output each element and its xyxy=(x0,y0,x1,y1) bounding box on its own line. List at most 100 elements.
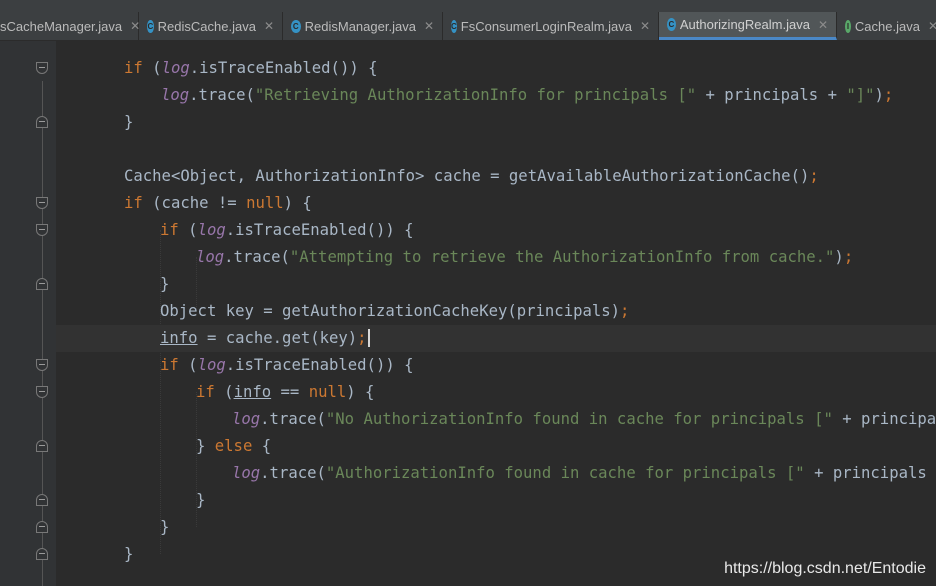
code-line: log.trace("AuthorizationInfo found in ca… xyxy=(56,460,936,487)
tab-label: sCacheManager.java xyxy=(0,18,123,34)
string-literal: "AuthorizationInfo found in cache for pr… xyxy=(325,464,805,482)
class-icon: C xyxy=(451,19,457,33)
tab-rediscache[interactable]: C RedisCache.java ✕ xyxy=(139,12,283,40)
code-line: } xyxy=(56,514,936,541)
fold-close-icon[interactable] xyxy=(36,494,48,506)
code-text: Object key = getAuthorizationCacheKey(pr… xyxy=(160,302,621,320)
code-text: ) xyxy=(874,86,884,104)
class-icon: C xyxy=(147,19,154,33)
tab-authorizingrealm[interactable]: C AuthorizingRealm.java ✕ xyxy=(659,12,837,40)
variable-ref: info xyxy=(160,329,198,347)
keyword: if xyxy=(196,383,215,401)
code-text: .trace( xyxy=(224,248,290,266)
interface-icon: I xyxy=(845,19,851,33)
fold-close-icon[interactable] xyxy=(36,440,48,452)
code-text: .trace( xyxy=(260,410,326,428)
variable-ref: info xyxy=(233,383,272,401)
code-text: ( xyxy=(178,221,198,239)
code-text: == xyxy=(271,383,309,401)
code-text: } xyxy=(196,491,206,509)
close-icon[interactable]: ✕ xyxy=(928,19,936,33)
tab-scachemanager[interactable]: sCacheManager.java ✕ xyxy=(0,12,140,40)
fold-open-icon[interactable] xyxy=(36,224,48,236)
code-text: .trace( xyxy=(189,86,255,104)
field-ref: log xyxy=(196,248,225,266)
field-ref: log xyxy=(161,59,190,77)
keyword: else xyxy=(214,437,253,455)
tab-fsconsumerloginrealm[interactable]: C FsConsumerLoginRealm.java ✕ xyxy=(443,12,659,40)
code-text: + principals + xyxy=(696,86,847,104)
code-text: ( xyxy=(142,59,162,77)
code-line: Object key = getAuthorizationCacheKey(pr… xyxy=(56,298,936,325)
editor-gutter xyxy=(0,41,56,586)
code-text: ( xyxy=(178,356,198,374)
code-text: } xyxy=(160,275,170,293)
code-text: .isTraceEnabled()) { xyxy=(225,221,414,239)
keyword: null xyxy=(246,194,284,212)
close-icon[interactable]: ✕ xyxy=(424,19,434,33)
keyword: if xyxy=(160,221,179,239)
field-ref: log xyxy=(161,86,190,104)
keyword: null xyxy=(308,383,347,401)
semicolon: ; xyxy=(809,167,819,185)
code-line: if (log.isTraceEnabled()) { xyxy=(56,217,936,244)
semicolon: ; xyxy=(843,248,854,266)
watermark-text: https://blog.csdn.net/Entodie xyxy=(724,560,926,577)
fold-close-icon[interactable] xyxy=(36,548,48,560)
fold-close-icon[interactable] xyxy=(36,521,48,533)
class-icon: C xyxy=(291,19,301,33)
field-ref: log xyxy=(197,221,226,239)
code-text: } xyxy=(196,437,215,455)
tab-label: Cache.java xyxy=(854,18,920,34)
tab-label: RedisManager.java xyxy=(304,18,416,34)
tab-label: FsConsumerLoginRealm.java xyxy=(460,18,633,34)
code-text: ) { xyxy=(346,383,375,401)
fold-close-icon[interactable] xyxy=(36,116,48,128)
close-icon[interactable]: ✕ xyxy=(264,19,274,33)
code-line: if (info == null) { xyxy=(56,379,936,406)
class-icon: C xyxy=(667,18,676,31)
field-ref: log xyxy=(232,464,261,482)
string-literal: "No AuthorizationInfo found in cache for… xyxy=(325,410,833,428)
fold-open-icon[interactable] xyxy=(36,197,48,209)
code-text: } xyxy=(160,518,170,536)
semicolon: ; xyxy=(620,302,630,320)
fold-open-icon[interactable] xyxy=(36,62,48,74)
code-line: if (cache != null) { xyxy=(56,190,936,217)
code-line: } xyxy=(56,271,936,298)
field-ref: log xyxy=(197,356,226,374)
code-line: if (log.isTraceEnabled()) { xyxy=(56,352,936,379)
code-line: } else { xyxy=(56,433,936,460)
field-ref: log xyxy=(232,410,261,428)
tab-redismanager[interactable]: C RedisManager.java ✕ xyxy=(283,12,443,40)
close-icon[interactable]: ✕ xyxy=(818,18,828,32)
code-text: = cache.get(key) xyxy=(197,329,358,347)
code-line: Cache<Object, AuthorizationInfo> cache =… xyxy=(56,163,936,190)
text-caret xyxy=(367,329,370,347)
keyword: if xyxy=(124,59,143,77)
fold-close-icon[interactable] xyxy=(36,278,48,290)
code-text: + principals + xyxy=(814,464,927,482)
keyword: if xyxy=(124,194,143,212)
code-text: ) xyxy=(834,248,844,266)
close-icon[interactable]: ✕ xyxy=(640,19,650,33)
tab-cache[interactable]: I Cache.java ✕ xyxy=(837,12,936,40)
code-text: (cache != xyxy=(142,194,247,212)
fold-open-icon[interactable] xyxy=(36,386,48,398)
code-text: + principals + xyxy=(842,410,936,428)
code-editor[interactable]: if (log.isTraceEnabled()) { log.trace("R… xyxy=(56,41,936,586)
code-text: .isTraceEnabled()) { xyxy=(189,59,378,77)
gutter-line xyxy=(42,81,43,586)
editor-tab-bar: sCacheManager.java ✕ C RedisCache.java ✕… xyxy=(0,0,936,41)
code-text: .isTraceEnabled()) { xyxy=(225,356,414,374)
string-literal: "]" xyxy=(846,86,875,104)
code-text: ) { xyxy=(283,194,312,212)
string-literal: "Attempting to retrieve the Authorizatio… xyxy=(289,248,835,266)
code-text: } xyxy=(124,545,134,563)
code-text: .trace( xyxy=(260,464,326,482)
code-text: } xyxy=(124,113,134,131)
code-line: } xyxy=(56,487,936,514)
fold-open-icon[interactable] xyxy=(36,359,48,371)
code-text: Cache<Object, AuthorizationInfo> cache =… xyxy=(124,167,810,185)
code-line: log.trace("No AuthorizationInfo found in… xyxy=(56,406,936,433)
